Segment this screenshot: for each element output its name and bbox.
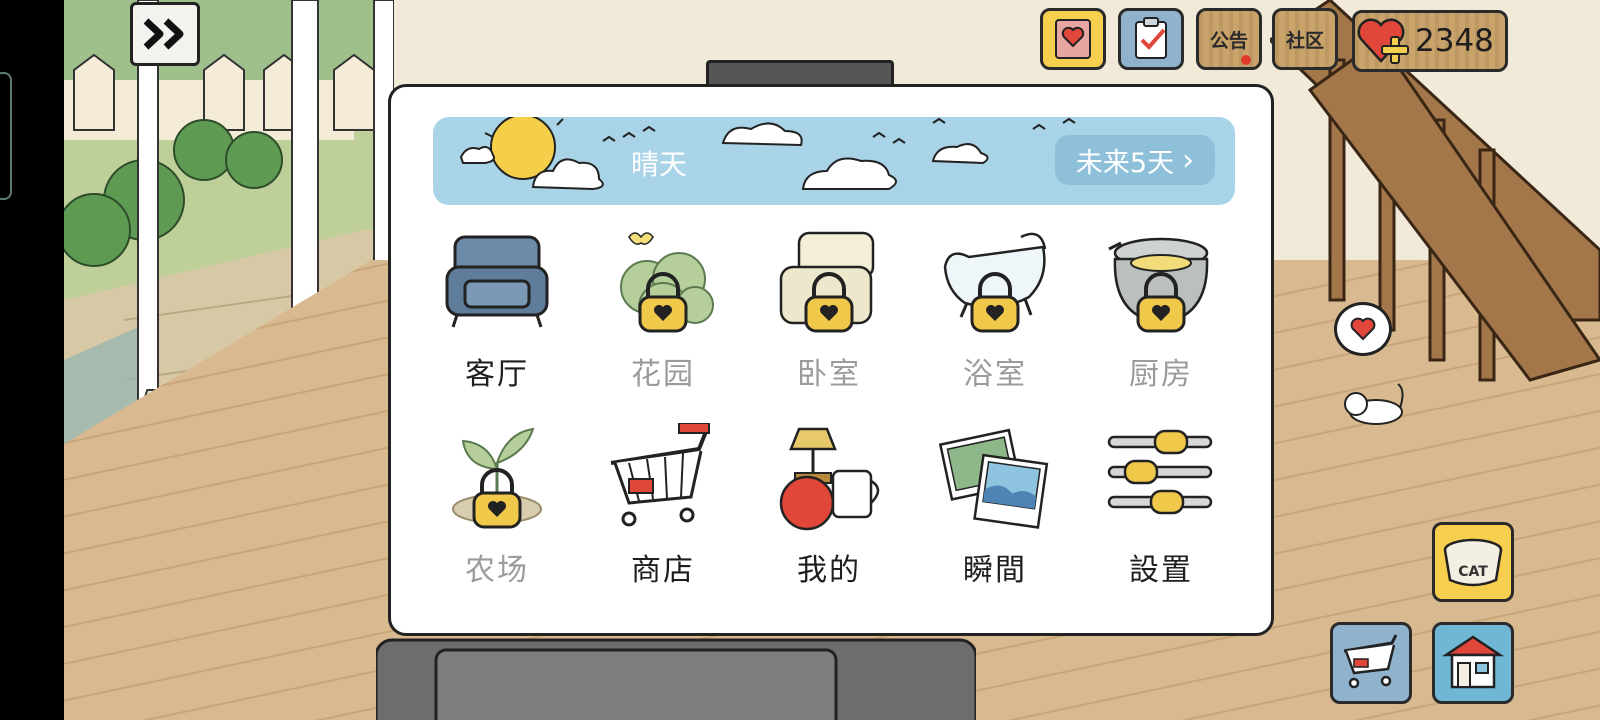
menu-item-label: 商店 xyxy=(631,553,695,588)
menu-item-label: 厨房 xyxy=(1129,357,1193,392)
menu-item-label: 我的 xyxy=(797,553,861,588)
menu-item-label: 卧室 xyxy=(797,357,861,392)
cat-bowl-icon: CAT xyxy=(1443,538,1503,587)
menu-item-settings[interactable]: 設置 xyxy=(1081,423,1241,613)
skip-button[interactable] xyxy=(130,2,200,66)
cat-speech-bubble[interactable] xyxy=(1334,302,1392,356)
cat[interactable] xyxy=(1340,378,1406,428)
chevron-right-icon: › xyxy=(1182,142,1195,178)
menu-item-farm[interactable]: 农场 xyxy=(417,423,577,613)
main-menu-panel: 晴天 未来5天 › 客厅 花园 卧室 浴室 厨房 农场 商店 我的 瞬間 設置 xyxy=(388,84,1274,636)
menu-item-garden[interactable]: 花园 xyxy=(583,227,743,417)
cat-book-button[interactable] xyxy=(1040,8,1106,70)
hearts-counter[interactable]: 2348 xyxy=(1352,10,1508,72)
double-chevron-right-icon xyxy=(143,18,184,50)
weather-banner[interactable]: 晴天 未来5天 › xyxy=(433,117,1235,205)
menu-item-bathroom[interactable]: 浴室 xyxy=(915,227,1075,417)
notice-label: 公告 xyxy=(1209,29,1248,52)
menu-item-label: 农场 xyxy=(465,553,529,588)
lock-icon xyxy=(804,272,854,333)
menu-grid: 客厅 花园 卧室 浴室 厨房 农场 商店 我的 瞬間 設置 xyxy=(417,227,1251,627)
lock-icon xyxy=(638,272,688,333)
menu-item-label: 花园 xyxy=(631,357,695,392)
sofa-icon xyxy=(445,235,549,328)
cat-book-icon xyxy=(1055,19,1091,59)
heart-icon xyxy=(1350,317,1376,341)
menu-item-label: 瞬間 xyxy=(963,553,1027,588)
menu-item-label: 浴室 xyxy=(963,357,1027,392)
hearts-count: 2348 xyxy=(1415,23,1494,59)
menu-item-mine[interactable]: 我的 xyxy=(749,423,909,613)
community-label: 社区 xyxy=(1285,29,1324,52)
shopping-cart-icon xyxy=(610,423,710,527)
notification-dot xyxy=(1241,55,1251,65)
home-button[interactable] xyxy=(1432,622,1514,704)
weather-label: 晴天 xyxy=(631,148,688,181)
shop-shortcut-button[interactable] xyxy=(1330,622,1412,704)
house-icon xyxy=(1442,635,1504,689)
menu-item-moments[interactable]: 瞬間 xyxy=(915,423,1075,613)
menu-item-kitchen[interactable]: 厨房 xyxy=(1081,227,1241,417)
menu-item-label: 客厅 xyxy=(465,357,529,392)
cat-bowl-label: CAT xyxy=(1458,564,1488,580)
menu-item-bedroom[interactable]: 卧室 xyxy=(749,227,909,417)
notice-button[interactable]: 公告 xyxy=(1196,8,1262,70)
forecast-label: 未来5天 xyxy=(1075,147,1175,179)
lock-icon xyxy=(472,468,522,529)
sliders-icon xyxy=(1107,429,1213,515)
forecast-button[interactable]: 未来5天 › xyxy=(1055,135,1215,185)
menu-item-shop[interactable]: 商店 xyxy=(583,423,743,613)
lamp-mug-icon xyxy=(779,427,880,531)
left-black-bar xyxy=(0,0,64,720)
menu-item-label: 設置 xyxy=(1129,553,1193,588)
shopping-cart-icon xyxy=(1343,634,1398,689)
checklist-button[interactable] xyxy=(1118,8,1184,70)
photos-icon xyxy=(939,428,1049,529)
community-button[interactable]: 社区 xyxy=(1272,8,1338,70)
lock-icon xyxy=(970,272,1020,333)
clipboard-check-icon xyxy=(1135,17,1167,59)
side-handle[interactable] xyxy=(0,72,12,200)
lock-icon xyxy=(1136,272,1186,333)
heart-plus-icon xyxy=(1357,18,1409,64)
cat-bowl-button[interactable]: CAT xyxy=(1432,522,1514,602)
menu-item-living-room[interactable]: 客厅 xyxy=(417,227,577,417)
